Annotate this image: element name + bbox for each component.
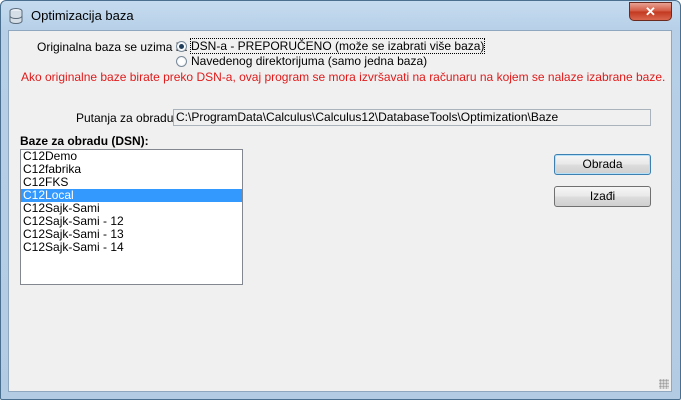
dialog-window: Optimizacija baza ✕ Originalna baza se u… xyxy=(0,0,681,400)
close-button[interactable]: ✕ xyxy=(629,2,672,21)
radio-directory[interactable] xyxy=(176,56,187,67)
source-label: Originalna baza se uzima iz: xyxy=(37,40,188,54)
close-icon: ✕ xyxy=(645,4,656,19)
database-icon xyxy=(9,8,23,25)
radio-directory-label[interactable]: Navedenog direktorijuma (samo jedna baza… xyxy=(191,54,427,68)
list-item[interactable]: C12Sajk-Sami - 14 xyxy=(21,241,242,254)
dsn-warning-text: Ako originalne baze birate preko DSN-a, … xyxy=(21,70,666,84)
dsn-list-label: Baze za obradu (DSN): xyxy=(20,134,149,148)
radio-dsn[interactable] xyxy=(176,41,187,52)
window-title: Optimizacija baza xyxy=(31,8,134,23)
resize-grip[interactable] xyxy=(659,379,669,389)
path-label: Putanja za obradu: xyxy=(76,111,177,125)
dialog-client-area: Originalna baza se uzima iz: DSN-a - PRE… xyxy=(8,30,672,392)
title-bar[interactable]: Optimizacija baza ✕ xyxy=(1,1,680,31)
dsn-listbox[interactable]: C12Demo C12fabrika C12FKS C12Local C12Sa… xyxy=(20,149,243,285)
process-button[interactable]: Obrada xyxy=(554,154,651,175)
exit-button[interactable]: Izađi xyxy=(554,186,651,207)
path-field[interactable]: C:\ProgramData\Calculus\Calculus12\Datab… xyxy=(173,109,651,126)
radio-dsn-label[interactable]: DSN-a - PREPORUČENO (može se izabrati vi… xyxy=(189,38,486,54)
